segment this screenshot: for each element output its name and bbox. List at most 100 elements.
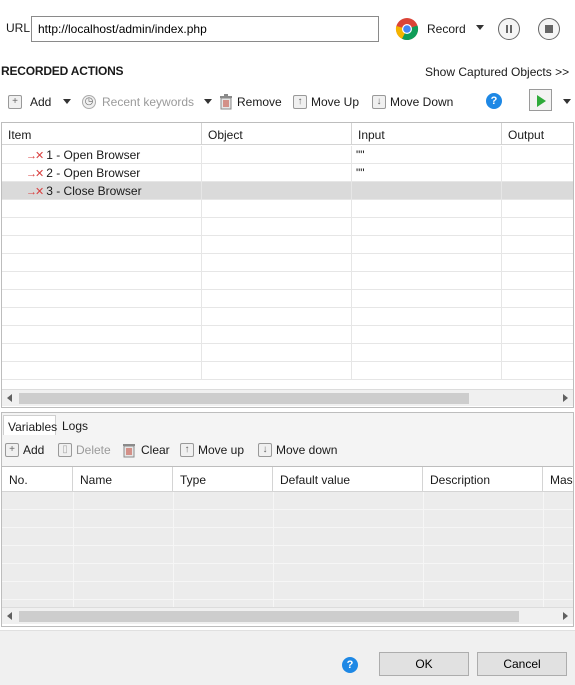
recent-keywords-button[interactable]: ◷ Recent keywords (82, 93, 194, 111)
empty-cell[interactable] (352, 200, 502, 218)
empty-cell[interactable] (202, 272, 352, 290)
empty-cell[interactable] (502, 326, 573, 344)
object-cell[interactable] (202, 164, 352, 182)
tab-variables[interactable]: Variables (3, 415, 57, 435)
empty-cell[interactable] (2, 308, 202, 326)
empty-cell[interactable] (2, 236, 202, 254)
output-cell[interactable] (502, 164, 573, 182)
column-header-item[interactable]: Item (2, 123, 202, 145)
column-header-type[interactable]: Type (173, 467, 273, 492)
pause-icon[interactable] (498, 18, 520, 40)
scroll-right-icon[interactable] (563, 394, 568, 402)
item-cell[interactable]: →✕ 1 - Open Browser (2, 146, 202, 164)
empty-cell[interactable] (2, 254, 202, 272)
column-header-output[interactable]: Output (502, 123, 573, 145)
column-header-masked[interactable]: Mas (543, 467, 573, 492)
empty-cell[interactable] (502, 308, 573, 326)
input-cell[interactable] (352, 182, 502, 200)
item-cell[interactable]: →✕ 3 - Close Browser (2, 182, 202, 200)
empty-cell[interactable] (202, 326, 352, 344)
empty-cell[interactable] (2, 344, 202, 362)
add-button[interactable]: + Add (8, 93, 51, 111)
empty-cell[interactable] (502, 272, 573, 290)
empty-cell[interactable] (352, 326, 502, 344)
table-row[interactable] (2, 200, 573, 218)
table-row[interactable] (2, 326, 573, 344)
empty-cell[interactable] (202, 200, 352, 218)
chrome-icon[interactable] (395, 17, 419, 41)
help-icon[interactable]: ? (486, 93, 502, 109)
empty-cell[interactable] (2, 290, 202, 308)
empty-cell[interactable] (352, 254, 502, 272)
empty-cell[interactable] (502, 236, 573, 254)
column-header-name[interactable]: Name (73, 467, 173, 492)
empty-cell[interactable] (352, 290, 502, 308)
item-cell[interactable]: →✕ 2 - Open Browser (2, 164, 202, 182)
output-cell[interactable] (502, 146, 573, 164)
table-row[interactable] (2, 308, 573, 326)
empty-cell[interactable] (352, 218, 502, 236)
output-cell[interactable] (502, 182, 573, 200)
move-up-button[interactable]: ↑ Move Up (293, 93, 359, 111)
empty-cell[interactable] (202, 254, 352, 272)
cancel-button[interactable]: Cancel (477, 652, 567, 676)
column-header-input[interactable]: Input (352, 123, 502, 145)
table-row[interactable]: →✕ 3 - Close Browser (2, 182, 573, 200)
recorded-actions-table[interactable]: Item Object Input Output →✕ 1 - Open Brow… (1, 122, 574, 408)
record-button[interactable]: Record (427, 22, 466, 36)
empty-cell[interactable] (352, 362, 502, 380)
empty-cell[interactable] (502, 218, 573, 236)
empty-cell[interactable] (502, 254, 573, 272)
table-row[interactable]: →✕ 2 - Open Browser "" (2, 164, 573, 182)
empty-cell[interactable] (352, 272, 502, 290)
input-cell[interactable]: "" (352, 164, 502, 182)
object-cell[interactable] (202, 146, 352, 164)
variables-table[interactable]: No. Name Type Default value Description … (1, 466, 574, 627)
scroll-right-icon[interactable] (563, 612, 568, 620)
remove-button[interactable]: Remove (219, 93, 282, 111)
empty-cell[interactable] (202, 236, 352, 254)
var-add-button[interactable]: + Add (5, 441, 44, 459)
empty-cell[interactable] (202, 218, 352, 236)
scrollbar-thumb[interactable] (19, 611, 519, 622)
table-row[interactable] (2, 236, 573, 254)
table-row[interactable] (2, 290, 573, 308)
var-move-up-button[interactable]: ↑ Move up (180, 441, 244, 459)
empty-cell[interactable] (352, 236, 502, 254)
empty-cell[interactable] (2, 218, 202, 236)
empty-cell[interactable] (352, 344, 502, 362)
var-delete-button[interactable]: ▯ Delete (58, 441, 111, 459)
play-icon[interactable] (529, 89, 552, 111)
record-dropdown-icon[interactable] (476, 25, 484, 30)
help-icon[interactable]: ? (342, 657, 358, 673)
var-clear-button[interactable]: Clear (121, 441, 170, 459)
add-dropdown-icon[interactable] (63, 99, 71, 104)
empty-cell[interactable] (502, 200, 573, 218)
empty-cell[interactable] (2, 272, 202, 290)
ok-button[interactable]: OK (379, 652, 469, 676)
object-cell[interactable] (202, 182, 352, 200)
url-input[interactable] (31, 16, 379, 42)
variables-table-body[interactable] (2, 492, 573, 610)
stop-icon[interactable] (538, 18, 560, 40)
column-header-no[interactable]: No. (2, 467, 73, 492)
show-captured-objects-link[interactable]: Show Captured Objects >> (425, 65, 569, 79)
recent-keywords-dropdown-icon[interactable] (204, 99, 212, 104)
empty-cell[interactable] (2, 362, 202, 380)
empty-cell[interactable] (502, 344, 573, 362)
table-row[interactable] (2, 362, 573, 380)
input-cell[interactable]: "" (352, 146, 502, 164)
empty-cell[interactable] (202, 290, 352, 308)
column-header-default-value[interactable]: Default value (273, 467, 423, 492)
run-dropdown-icon[interactable] (563, 99, 571, 104)
scroll-left-icon[interactable] (7, 394, 12, 402)
scroll-left-icon[interactable] (7, 612, 12, 620)
empty-cell[interactable] (202, 344, 352, 362)
horizontal-scrollbar[interactable] (2, 607, 573, 624)
tab-logs[interactable]: Logs (58, 415, 92, 435)
table-row[interactable] (2, 254, 573, 272)
empty-cell[interactable] (352, 308, 502, 326)
empty-cell[interactable] (502, 290, 573, 308)
var-move-down-button[interactable]: ↓ Move down (258, 441, 337, 459)
empty-cell[interactable] (2, 326, 202, 344)
